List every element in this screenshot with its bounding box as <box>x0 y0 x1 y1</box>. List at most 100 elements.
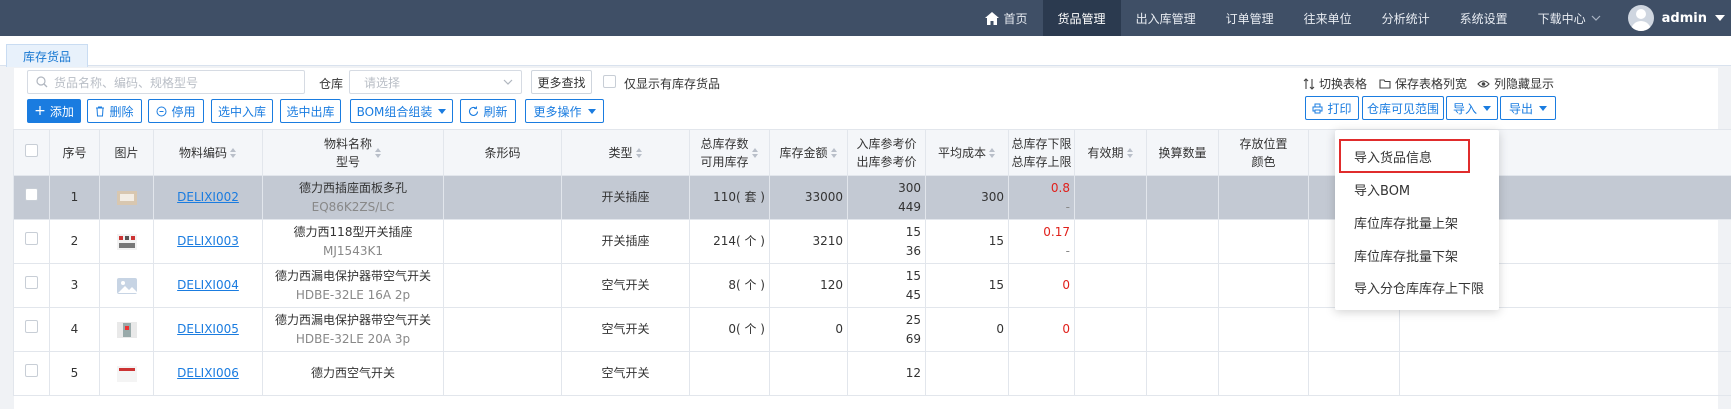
row-index: 4 <box>49 307 100 352</box>
row-limits: 0 <box>1008 307 1075 352</box>
row-price: 25 69 <box>847 307 926 352</box>
menu-batch-shelve[interactable]: 库位库存批量上架 <box>1354 213 1458 232</box>
col-avg-cost[interactable]: 平均成本 <box>925 129 1009 176</box>
switch-table-label: 切换表格 <box>1319 77 1368 91</box>
in-price: 300 <box>898 180 921 195</box>
table-row[interactable]: 4 DELIXI005 德力西漏电保护器带空气开关 HDBE-32LE 20A 3p 空… <box>13 307 1731 352</box>
row-barcode <box>443 307 562 352</box>
toggle-columns-link[interactable]: 列隐藏显示 <box>1477 75 1554 92</box>
goods-code-link[interactable]: DELIXI004 <box>177 278 239 292</box>
col-min-label: 总库存下限 <box>1011 136 1072 151</box>
col-stock[interactable]: 总库存数 可用库存 <box>689 129 770 176</box>
row-convert <box>1146 175 1219 220</box>
row-checkbox[interactable] <box>25 276 38 289</box>
disable-button[interactable]: 停用 <box>148 99 204 123</box>
caret-down-icon <box>438 108 447 114</box>
goods-name: 德力西118型开关插座 <box>293 224 413 239</box>
nav-inout[interactable]: 出入库管理 <box>1121 0 1211 36</box>
nav-partners[interactable]: 往来单位 <box>1289 0 1367 36</box>
row-checkbox[interactable] <box>25 364 38 377</box>
row-validity <box>1074 351 1147 396</box>
row-stock: 8( 个 ) <box>689 263 770 308</box>
row-index: 2 <box>49 219 100 264</box>
tab-stock-goods[interactable]: 库存货品 <box>6 44 89 67</box>
col-amount[interactable]: 库存金额 <box>769 129 848 176</box>
warehouse-select[interactable]: 请选择 <box>349 70 522 94</box>
nav-downloads[interactable]: 下载中心 <box>1523 0 1616 36</box>
col-amount-label: 库存金额 <box>779 145 828 160</box>
row-select-cell <box>13 263 50 308</box>
only-stock-checkbox[interactable] <box>603 75 616 88</box>
goods-name: 德力西漏电保护器带空气开关 <box>274 312 431 327</box>
goods-code-link[interactable]: DELIXI003 <box>177 234 239 248</box>
row-barcode <box>443 219 562 264</box>
add-button[interactable]: + 添加 <box>27 99 81 123</box>
row-image[interactable] <box>99 351 154 396</box>
nav-settings[interactable]: 系统设置 <box>1445 0 1523 36</box>
col-code[interactable]: 物料编码 <box>153 129 263 176</box>
menu-import-limits[interactable]: 导入分仓库库存上下限 <box>1354 278 1484 297</box>
switch-table-link[interactable]: 切换表格 <box>1303 75 1367 92</box>
goods-code-link[interactable]: DELIXI005 <box>177 322 239 336</box>
delete-button[interactable]: 删除 <box>87 99 142 123</box>
add-label: 添加 <box>49 104 74 119</box>
menu-batch-unshelve[interactable]: 库位库存批量下架 <box>1354 246 1458 265</box>
row-image[interactable] <box>99 175 154 220</box>
nav-orders[interactable]: 订单管理 <box>1211 0 1289 36</box>
col-validity[interactable]: 有效期 <box>1074 129 1147 176</box>
row-checkbox[interactable] <box>25 320 38 333</box>
row-index: 1 <box>49 175 100 220</box>
import-dropdown-button[interactable]: 导入 <box>1446 96 1498 120</box>
goods-code-link[interactable]: DELIXI006 <box>177 366 239 380</box>
select-in-button[interactable]: 选中入库 <box>211 99 273 123</box>
home-icon <box>984 11 999 25</box>
row-amount: 33000 <box>769 175 848 220</box>
nav-goods[interactable]: 货品管理 <box>1042 0 1121 36</box>
row-checkbox[interactable] <box>25 232 38 245</box>
row-image[interactable] <box>99 219 154 264</box>
row-checkbox[interactable] <box>25 188 38 201</box>
nav-home[interactable]: 首页 <box>970 0 1043 36</box>
warehouse-placeholder: 请选择 <box>364 75 401 90</box>
row-amount <box>769 351 848 396</box>
more-ops-button[interactable]: 更多操作 <box>525 99 604 123</box>
row-amount: 3210 <box>769 219 848 264</box>
refresh-button[interactable]: 刷新 <box>460 99 516 123</box>
out-price: 36 <box>905 243 921 258</box>
col-type[interactable]: 类型 <box>561 129 690 176</box>
switch-icon <box>1303 77 1315 90</box>
select-all-checkbox[interactable] <box>25 143 38 157</box>
bom-label: BOM组合组装 <box>356 104 433 119</box>
col-convert: 换算数量 <box>1146 129 1219 176</box>
visible-range-button[interactable]: 仓库可见范围 <box>1362 96 1444 120</box>
in-price: 15 <box>905 268 921 283</box>
row-image[interactable] <box>99 307 154 352</box>
print-button[interactable]: 打印 <box>1305 96 1359 120</box>
product-thumbnail <box>116 321 137 338</box>
row-avg-cost <box>925 351 1009 396</box>
nav-analysis[interactable]: 分析统计 <box>1367 0 1445 36</box>
row-amount: 0 <box>769 307 848 352</box>
more-search-button[interactable]: 更多查找 <box>531 70 592 94</box>
goods-model: MJ1543K1 <box>323 243 383 258</box>
print-icon <box>1312 103 1323 113</box>
menu-import-bom[interactable]: 导入BOM <box>1354 180 1410 199</box>
col-name[interactable]: 物料名称 型号 <box>262 129 444 176</box>
bom-dropdown-button[interactable]: BOM组合组装 <box>350 99 453 123</box>
row-select-cell <box>13 175 50 220</box>
image-placeholder-icon <box>116 277 137 294</box>
caret-down-icon <box>1483 105 1491 111</box>
select-out-button[interactable]: 选中出库 <box>280 99 341 123</box>
refresh-icon <box>469 105 479 116</box>
row-image[interactable] <box>99 263 154 308</box>
col-price: 入库参考价 出库参考价 <box>847 129 926 176</box>
in-price: 25 <box>905 312 921 327</box>
save-width-link[interactable]: 保存表格列宽 <box>1379 75 1467 92</box>
user-menu[interactable]: admin <box>1616 0 1731 36</box>
row-barcode <box>443 263 562 308</box>
search-input[interactable]: 货品名称、编码、规格型号 <box>27 70 305 94</box>
table-row[interactable]: 5 DELIXI006 德力西空气开关 空气开关 12 <box>13 351 1731 396</box>
plus-icon: + <box>34 103 46 119</box>
goods-code-link[interactable]: DELIXI002 <box>177 190 239 204</box>
export-dropdown-button[interactable]: 导出 <box>1500 96 1556 120</box>
